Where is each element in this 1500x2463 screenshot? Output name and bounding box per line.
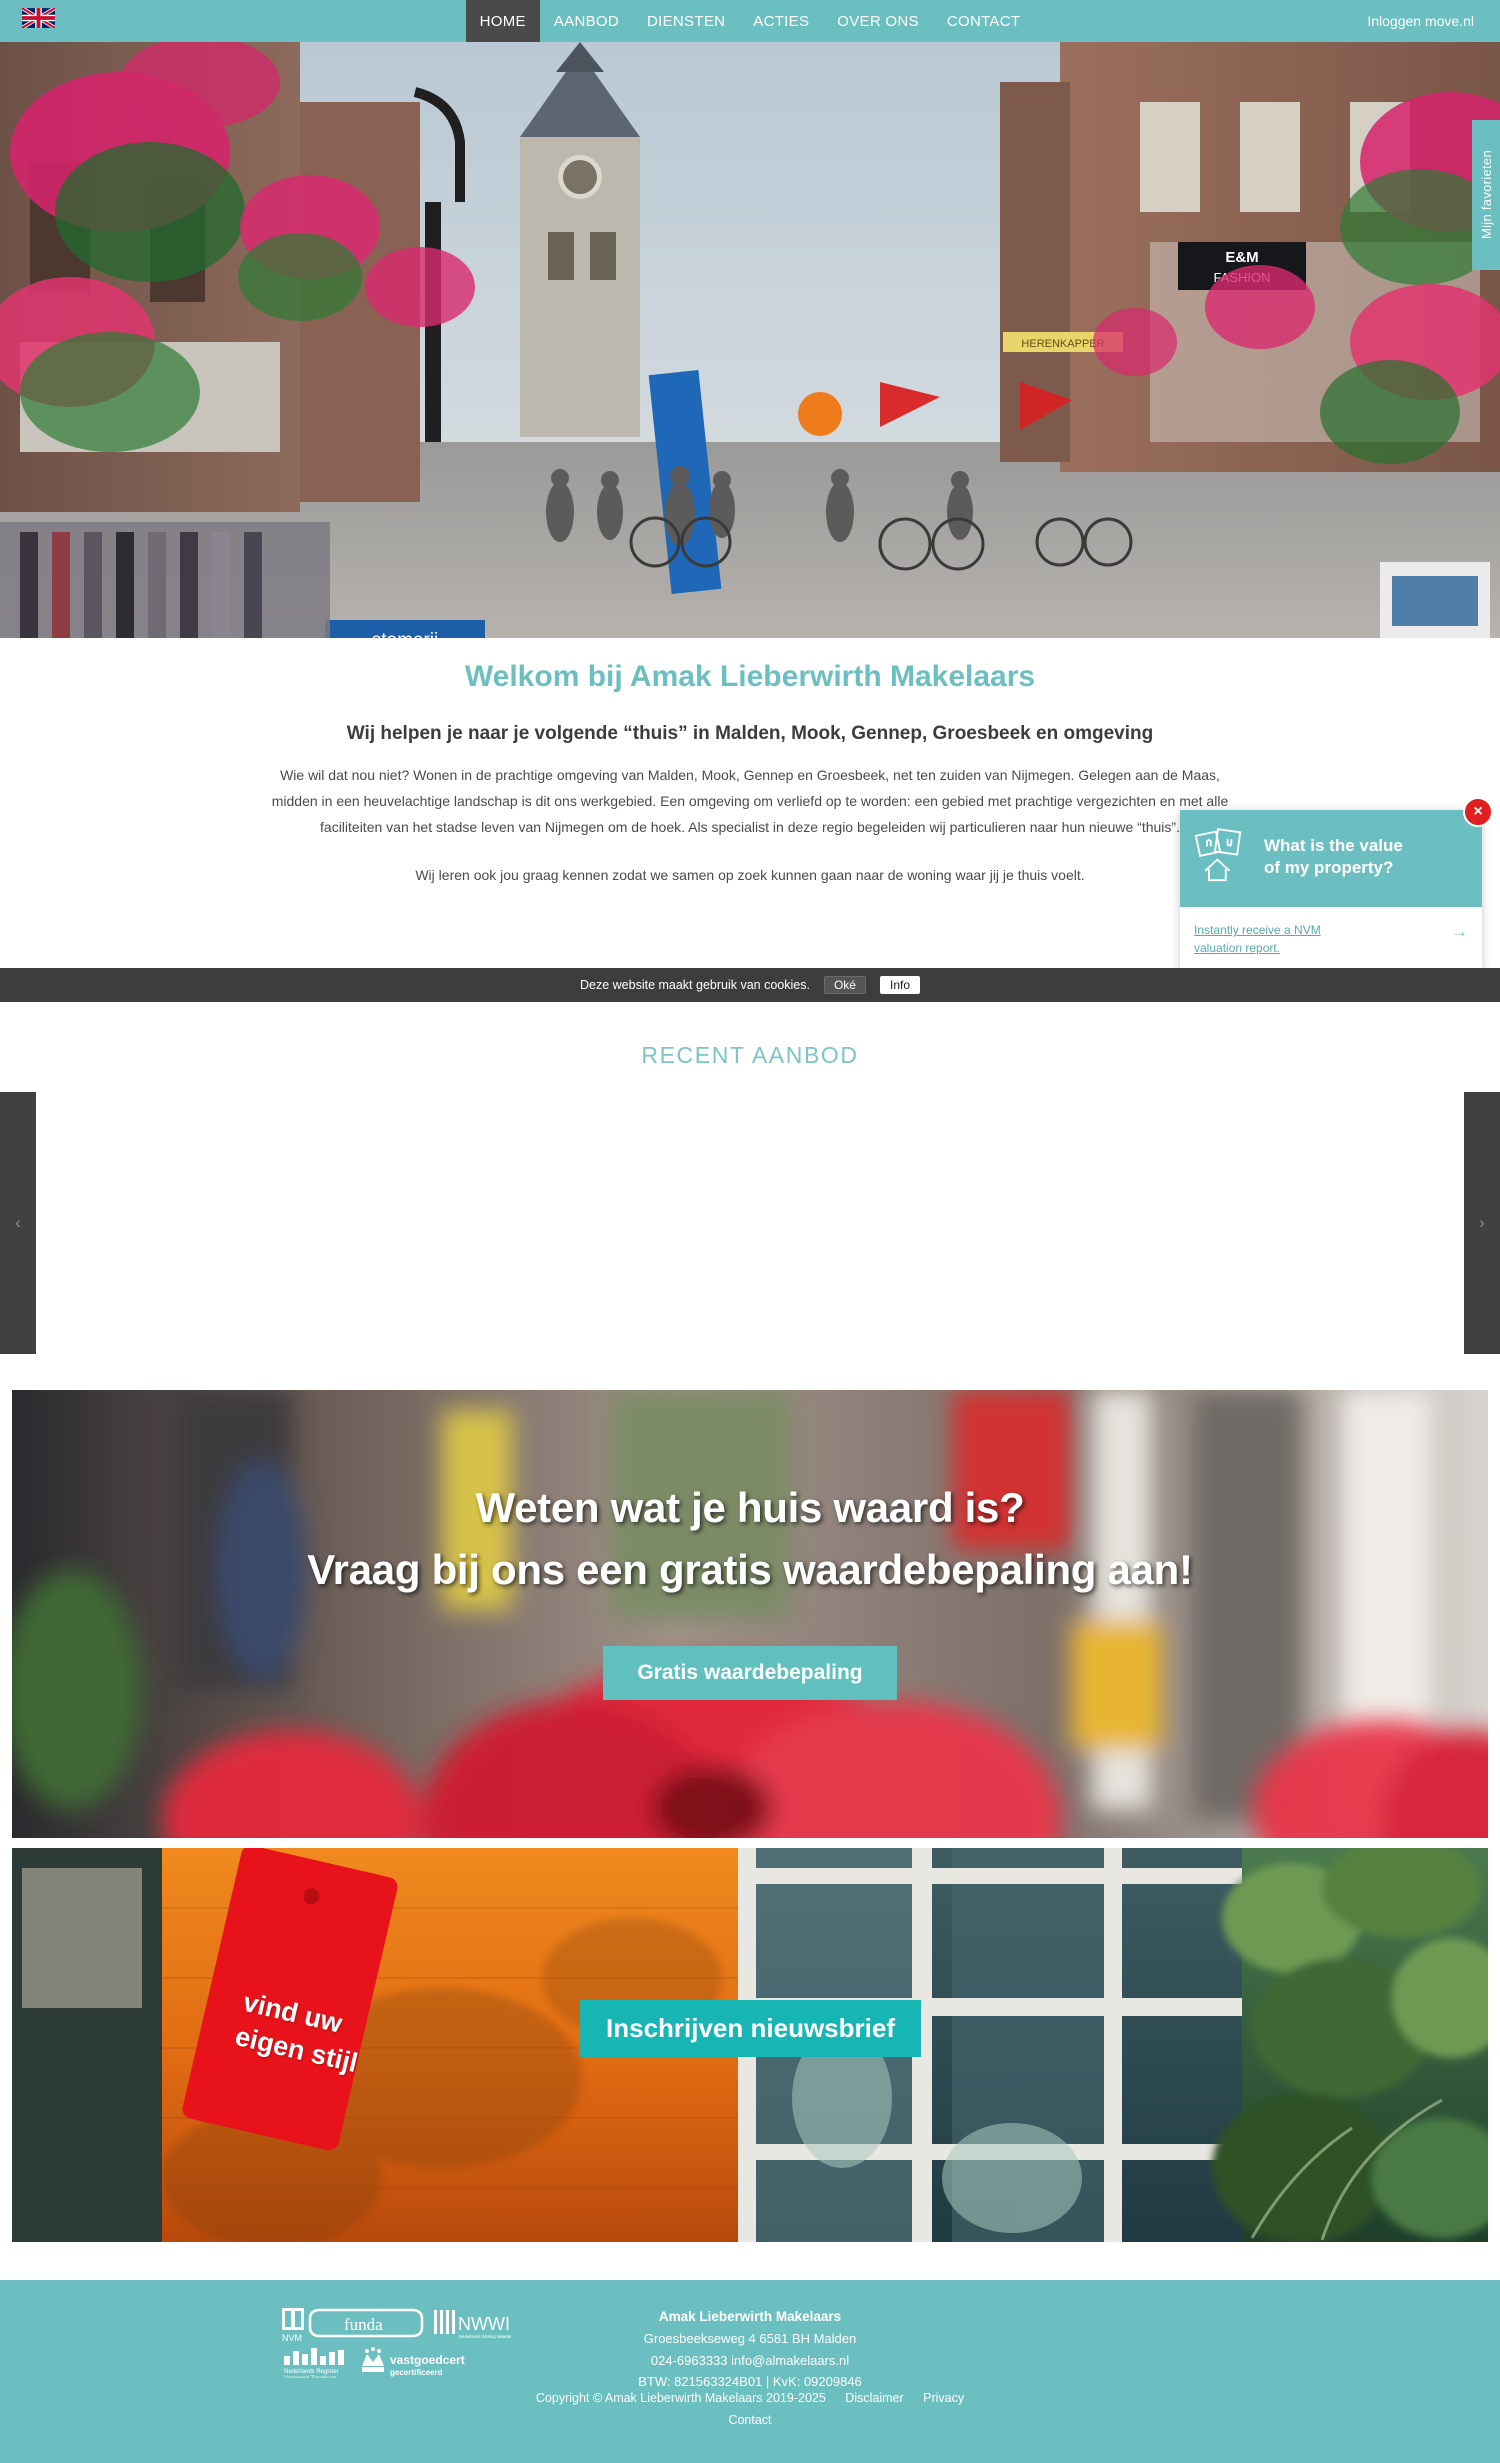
close-icon[interactable]: × [1463, 797, 1493, 827]
hero-street-image: E&M FASHION HERENKAPPER stomerij [0, 42, 1500, 638]
footer-contact: 024-6963333 info@almakelaars.nl [650, 2352, 850, 2368]
hero-banner: E&M FASHION HERENKAPPER stomerij [0, 42, 1500, 638]
valuation-popup-body: Instantly receive a NVM valuation report… [1180, 907, 1482, 973]
recent-listings-title: RECENT AANBOD [641, 1042, 859, 1068]
valuation-banner-line1: Weten wat je huis waard is? [475, 1484, 1025, 1531]
welcome-paragraph-2: Wij leren ook jou graag kennen zodat we … [415, 867, 1085, 884]
main-menu: HOME AANBOD DIENSTEN ACTIES OVER ONS CON… [0, 0, 1500, 42]
footer-link-contact[interactable]: Contact [728, 2413, 771, 2427]
page-title: Welkom bij Amak Lieberwirth Makelaars [464, 660, 1036, 693]
valuation-popup-title: What is the value of my property? [1264, 836, 1403, 877]
footer-link-disclaimer[interactable]: Disclaimer [845, 2391, 903, 2405]
carousel-next-icon[interactable]: › [1464, 1092, 1500, 1354]
price-tag-hole [301, 1886, 322, 1906]
valuation-popup-header: What is the value of my property? [1180, 810, 1482, 907]
arrow-right-icon[interactable]: → [1451, 921, 1468, 940]
nav-item-acties[interactable]: ACTIES [739, 0, 823, 42]
valuation-banner[interactable]: Weten wat je huis waard is? Vraag bij on… [12, 1390, 1488, 1838]
svg-text:E&M: E&M [1225, 249, 1258, 266]
top-navigation-bar: HOME AANBOD DIENSTEN ACTIES OVER ONS CON… [0, 0, 1500, 42]
nav-item-home[interactable]: HOME [465, 0, 540, 42]
valuation-report-link[interactable]: Instantly receive a NVM valuation report… [1194, 921, 1321, 957]
svg-text:HERENKAPPER: HERENKAPPER [1021, 338, 1104, 350]
footer-company-info: Amak Lieberwirth Makelaars Groesbeeksewe… [0, 2306, 1500, 2393]
footer-link-privacy[interactable]: Privacy [923, 2391, 964, 2405]
cookie-accept-button[interactable]: Oké [823, 976, 866, 994]
house-valuation-icon [1194, 826, 1250, 887]
valuation-banner-content: Weten wat je huis waard is? Vraag bij on… [12, 1390, 1488, 1838]
nav-item-contact[interactable]: CONTACT [933, 0, 1034, 42]
svg-text:stomerij: stomerij [372, 630, 439, 638]
nav-item-over-ons[interactable]: OVER ONS [823, 0, 933, 42]
carousel-prev-icon[interactable]: ‹ [0, 1092, 36, 1354]
nav-item-diensten[interactable]: DIENSTEN [633, 0, 739, 42]
newsletter-signup-button[interactable]: Inschrijven nieuwsbrief [580, 2000, 921, 2057]
footer-address: Groesbeekseweg 4 6581 BH Malden [643, 2331, 857, 2347]
cookie-consent-bar: Deze website maakt gebruik van cookies. … [0, 968, 1500, 1002]
favorites-tab-label: Mijn favorieten [1478, 150, 1494, 240]
footer-company-name: Amak Lieberwirth Makelaars [658, 2309, 842, 2324]
login-link[interactable]: Inloggen move.nl [1367, 0, 1474, 42]
welcome-subheading: Wij helpen je naar je volgende “thuis” i… [346, 723, 1154, 745]
favorites-tab[interactable]: Mijn favorieten [1472, 120, 1500, 270]
valuation-banner-line2: Vraag bij ons een gratis waardebepaling … [307, 1546, 1193, 1593]
free-valuation-button[interactable]: Gratis waardebepaling [603, 1646, 897, 1700]
site-footer: NVM funda NWWI Nederlands Woning Waarde … [0, 2280, 1500, 2463]
recent-listings-section: RECENT AANBOD ‹ › [0, 1002, 1500, 1390]
listings-carousel: ‹ › [0, 1092, 1500, 1354]
footer-copyright: Copyright © Amak Lieberwirth Makelaars 2… [535, 2391, 826, 2405]
cookie-message: Deze website maakt gebruik van cookies. [579, 978, 810, 992]
valuation-popup: × What is the value of my property? Inst… [1180, 797, 1493, 973]
welcome-paragraph-1: Wie wil dat nou niet? Wonen in de pracht… [271, 767, 1229, 836]
footer-legal: Copyright © Amak Lieberwirth Makelaars 2… [0, 2388, 1500, 2432]
cookie-info-button[interactable]: Info [879, 976, 920, 994]
nav-item-aanbod[interactable]: AANBOD [540, 0, 633, 42]
